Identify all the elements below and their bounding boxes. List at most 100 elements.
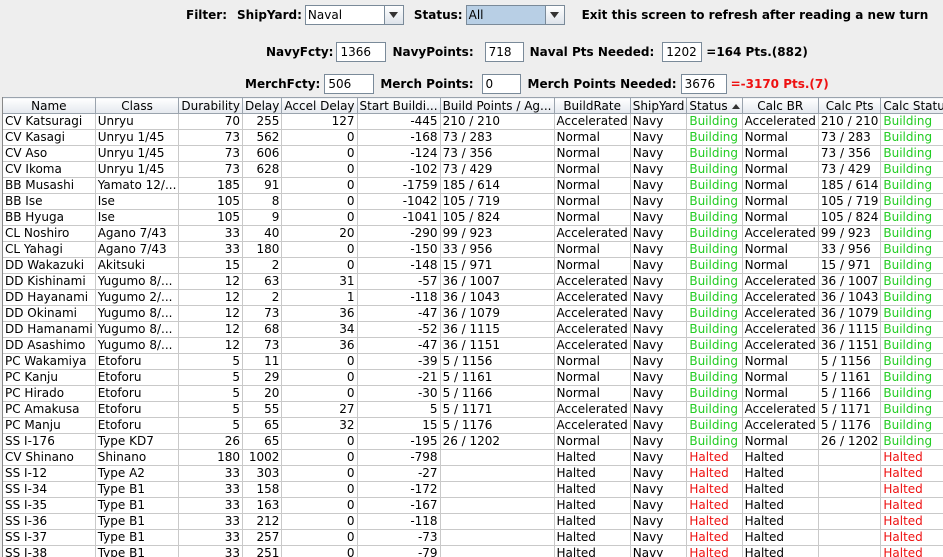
cell-status: Halted [686, 529, 743, 546]
cell-durability: 73 [178, 161, 243, 178]
column-header-accel-delay[interactable]: Accel Delay [281, 97, 358, 114]
table-header-row: Name Class Durability Delay Accel Delay Start… [3, 97, 943, 114]
cell-build-points: 36 / 1043 [440, 289, 555, 306]
column-header-build-points[interactable]: Build Points / Ag... [440, 97, 555, 114]
cell-build-points: 99 / 923 [440, 225, 555, 242]
cell-calc-br: Normal [742, 209, 819, 226]
table-row[interactable]: SS I-176 Type KD7 26 65 0 -195 26 / 1202 Normal… [3, 433, 943, 450]
status-select[interactable]: All [465, 5, 565, 25]
table-row[interactable]: DD Hamanami Yugumo 8/... 12 68 34 -52 36 / 111… [3, 321, 943, 338]
table-row[interactable]: CV Katsuragi Unryu 70 255 127 -445 210 / 210 Ac… [3, 113, 943, 130]
table-row[interactable]: SS I-36 Type B1 33 212 0 -118 Halted Navy Halted… [3, 513, 943, 530]
cell-delay: 1002 [242, 449, 283, 466]
cell-calc-pts [818, 513, 882, 530]
cell-class: Yugumo 8/... [95, 337, 180, 354]
table-row[interactable]: SS I-37 Type B1 33 257 0 -73 Halted Navy Halted H… [3, 529, 943, 546]
cell-calc-br: Normal [742, 193, 819, 210]
column-header-calc-br[interactable]: Calc BR [742, 97, 819, 114]
cell-delay: 29 [242, 369, 283, 386]
table-row[interactable]: CV Shinano Shinano 180 1002 0 -798 Halted Navy H… [3, 449, 943, 466]
ship-table: Name Class Durability Delay Accel Delay Start… [3, 97, 943, 557]
cell-calc-pts: 5 / 1176 [818, 417, 882, 434]
merch-pts-needed-field[interactable]: 3676 [680, 74, 727, 94]
cell-calc-br: Normal [742, 145, 819, 162]
cell-delay: 63 [242, 273, 283, 290]
navy-fcty-field[interactable]: 1366 [336, 42, 387, 62]
cell-name: SS I-38 [3, 545, 96, 557]
column-header-calc-status[interactable]: Calc Status [880, 97, 943, 114]
table-row[interactable]: SS I-34 Type B1 33 158 0 -172 Halted Navy Halted… [3, 481, 943, 498]
merch-points-row: MerchFcty: 506 Merch Points: 0 Merch Poi… [245, 74, 829, 94]
column-header-name[interactable]: Name [3, 97, 96, 114]
table-row[interactable]: PC Amakusa Etoforu 5 55 27 5 5 / 1171 Accelerat… [3, 401, 943, 418]
cell-calc-status: Halted [880, 449, 943, 466]
table-row[interactable]: PC Kanju Etoforu 5 29 0 -21 5 / 1161 Normal Navy… [3, 369, 943, 386]
column-header-label: Class [121, 98, 153, 113]
table-row[interactable]: CV Kasagi Unryu 1/45 73 562 0 -168 73 / 283 Nor… [3, 129, 943, 146]
column-header-delay[interactable]: Delay [242, 97, 283, 114]
cell-calc-status: Building [880, 113, 943, 130]
cell-class: Type B1 [95, 481, 180, 498]
cell-shipyard: Navy [630, 417, 688, 434]
cell-name: CL Yahagi [3, 241, 96, 258]
cell-calc-br: Accelerated [742, 417, 819, 434]
table-row[interactable]: DD Wakazuki Akitsuki 15 2 0 -148 15 / 971 Norma… [3, 257, 943, 274]
merch-fcty-field[interactable]: 506 [324, 74, 375, 94]
cell-build-points [440, 513, 555, 530]
cell-calc-br: Halted [742, 481, 819, 498]
cell-build-points [440, 449, 555, 466]
cell-shipyard: Navy [630, 177, 688, 194]
ship-build-table: Name Class Durability Delay Accel Delay Start… [2, 97, 943, 557]
cell-durability: 33 [178, 529, 243, 546]
column-header-start-build[interactable]: Start Buildi... [357, 97, 441, 114]
table-row[interactable]: CV Aso Unryu 1/45 73 606 0 -124 73 / 356 Normal… [3, 145, 943, 162]
cell-name: SS I-12 [3, 465, 96, 482]
column-header-build-rate[interactable]: BuildRate [554, 97, 631, 114]
column-header-status[interactable]: Status [686, 97, 743, 114]
cell-calc-pts: 5 / 1166 [818, 385, 882, 402]
column-header-durability[interactable]: Durability [178, 97, 243, 114]
table-row[interactable]: PC Hirado Etoforu 5 20 0 -30 5 / 1166 Normal Nav… [3, 385, 943, 402]
naval-pts-needed-field[interactable]: 1202 [662, 42, 703, 62]
column-header-class[interactable]: Class [95, 97, 180, 114]
table-row[interactable]: DD Hayanami Yugumo 2/... 12 2 1 -118 36 / 1043… [3, 289, 943, 306]
cell-build-points: 73 / 356 [440, 145, 555, 162]
chevron-down-icon[interactable] [544, 6, 564, 24]
table-row[interactable]: PC Wakamiya Etoforu 5 11 0 -39 5 / 1156 Normal N… [3, 353, 943, 370]
cell-status: Halted [686, 481, 743, 498]
merch-points-field[interactable]: 0 [481, 74, 521, 94]
cell-calc-pts [818, 545, 882, 557]
table-row[interactable]: DD Asashimo Yugumo 8/... 12 73 36 -47 36 / 115… [3, 337, 943, 354]
cell-delay: 73 [242, 305, 283, 322]
table-row[interactable]: PC Manju Etoforu 5 65 32 15 5 / 1176 Accelerate… [3, 417, 943, 434]
cell-class: Unryu 1/45 [95, 145, 180, 162]
cell-delay: 20 [242, 385, 283, 402]
cell-name: CV Shinano [3, 449, 96, 466]
cell-durability: 5 [178, 417, 243, 434]
table-row[interactable]: CL Noshiro Agano 7/43 33 40 20 -290 99 / 923 Ac… [3, 225, 943, 242]
navy-points-field[interactable]: 718 [484, 42, 524, 62]
cell-build-rate: Accelerated [554, 305, 631, 322]
cell-calc-pts: 73 / 283 [818, 129, 882, 146]
column-header-shipyard[interactable]: ShipYard [630, 97, 688, 114]
column-header-calc-pts[interactable]: Calc Pts [818, 97, 882, 114]
cell-start-build: -1759 [357, 177, 441, 194]
table-row[interactable]: DD Okinami Yugumo 8/... 12 73 36 -47 36 / 1079… [3, 305, 943, 322]
shipyard-select[interactable]: Naval [304, 5, 404, 25]
table-row[interactable]: SS I-38 Type B1 33 251 0 -79 Halted Navy Halted H… [3, 545, 943, 557]
cell-build-points [440, 465, 555, 482]
table-row[interactable]: CV Ikoma Unryu 1/45 73 628 0 -102 73 / 429 Norm… [3, 161, 943, 178]
cell-accel-delay: 36 [281, 305, 358, 322]
table-row[interactable]: BB Musashi Yamato 12/... 185 91 0 -1759 185 / … [3, 177, 943, 194]
table-row[interactable]: CL Yahagi Agano 7/43 33 180 0 -150 33 / 956 Nor… [3, 241, 943, 258]
refresh-note: Exit this screen to refresh after readin… [581, 8, 929, 22]
table-row[interactable]: BB Hyuga Ise 105 9 0 -1041 105 / 824 Normal Navy… [3, 209, 943, 226]
cell-delay: 606 [242, 145, 283, 162]
table-row[interactable]: DD Kishinami Yugumo 8/... 12 63 31 -57 36 / 10… [3, 273, 943, 290]
table-row[interactable]: BB Ise Ise 105 8 0 -1042 105 / 719 Normal Navy Bu… [3, 193, 943, 210]
table-row[interactable]: SS I-35 Type B1 33 163 0 -167 Halted Navy Halted… [3, 497, 943, 514]
table-row[interactable]: SS I-12 Type A2 33 303 0 -27 Halted Navy Halted H… [3, 465, 943, 482]
naval-pts-needed-label: Naval Pts Needed: [529, 45, 655, 59]
chevron-down-icon[interactable] [383, 6, 403, 24]
cell-class: Yugumo 8/... [95, 305, 180, 322]
